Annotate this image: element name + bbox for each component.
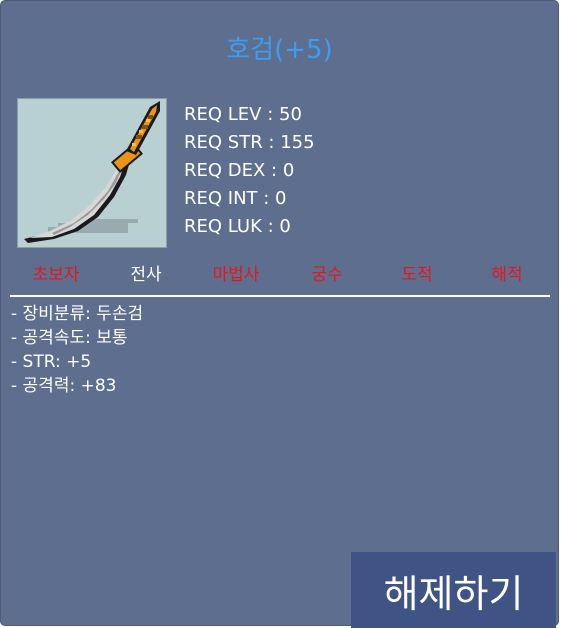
req-int: REQ INT : 0 xyxy=(184,188,287,209)
req-str: REQ STR : 155 xyxy=(184,132,315,153)
stat-str: - STR: +5 xyxy=(11,352,92,372)
job-pirate: 해적 xyxy=(491,265,523,285)
item-tooltip: 호검(+5) REQ LEV: 50 REQ STR: 155 REQ DE… xyxy=(0,0,559,628)
curved-sword-icon xyxy=(24,101,160,243)
job-magician: 마법사 xyxy=(212,265,260,285)
item-image xyxy=(17,98,167,248)
req-luk: REQ LUK : 0 xyxy=(184,216,291,237)
job-warrior: 전사 xyxy=(130,265,162,285)
stat-category: - 장비분류: 두손검 xyxy=(11,304,144,324)
job-beginner: 초보자 xyxy=(32,265,80,285)
item-stats: - 장비분류: 두손검 - 공격속도: 보통 - STR: +5 - 공격력: … xyxy=(11,302,143,398)
req-dex: REQ DEX : 0 xyxy=(184,160,295,181)
req-level: REQ LEV : 50 xyxy=(184,104,302,125)
requirements-list: REQ LEV : 50 REQ STR : 155 REQ DEX : 0 R… xyxy=(184,101,315,241)
stat-attack: - 공격력: +83 xyxy=(11,376,117,396)
release-button[interactable]: 해제하기 xyxy=(351,552,556,628)
item-name: 호검(+5) xyxy=(226,35,333,65)
divider xyxy=(10,295,550,297)
job-thief: 도적 xyxy=(401,265,433,285)
job-archer: 궁수 xyxy=(311,265,343,285)
stat-attack-speed: - 공격속도: 보통 xyxy=(11,328,128,348)
